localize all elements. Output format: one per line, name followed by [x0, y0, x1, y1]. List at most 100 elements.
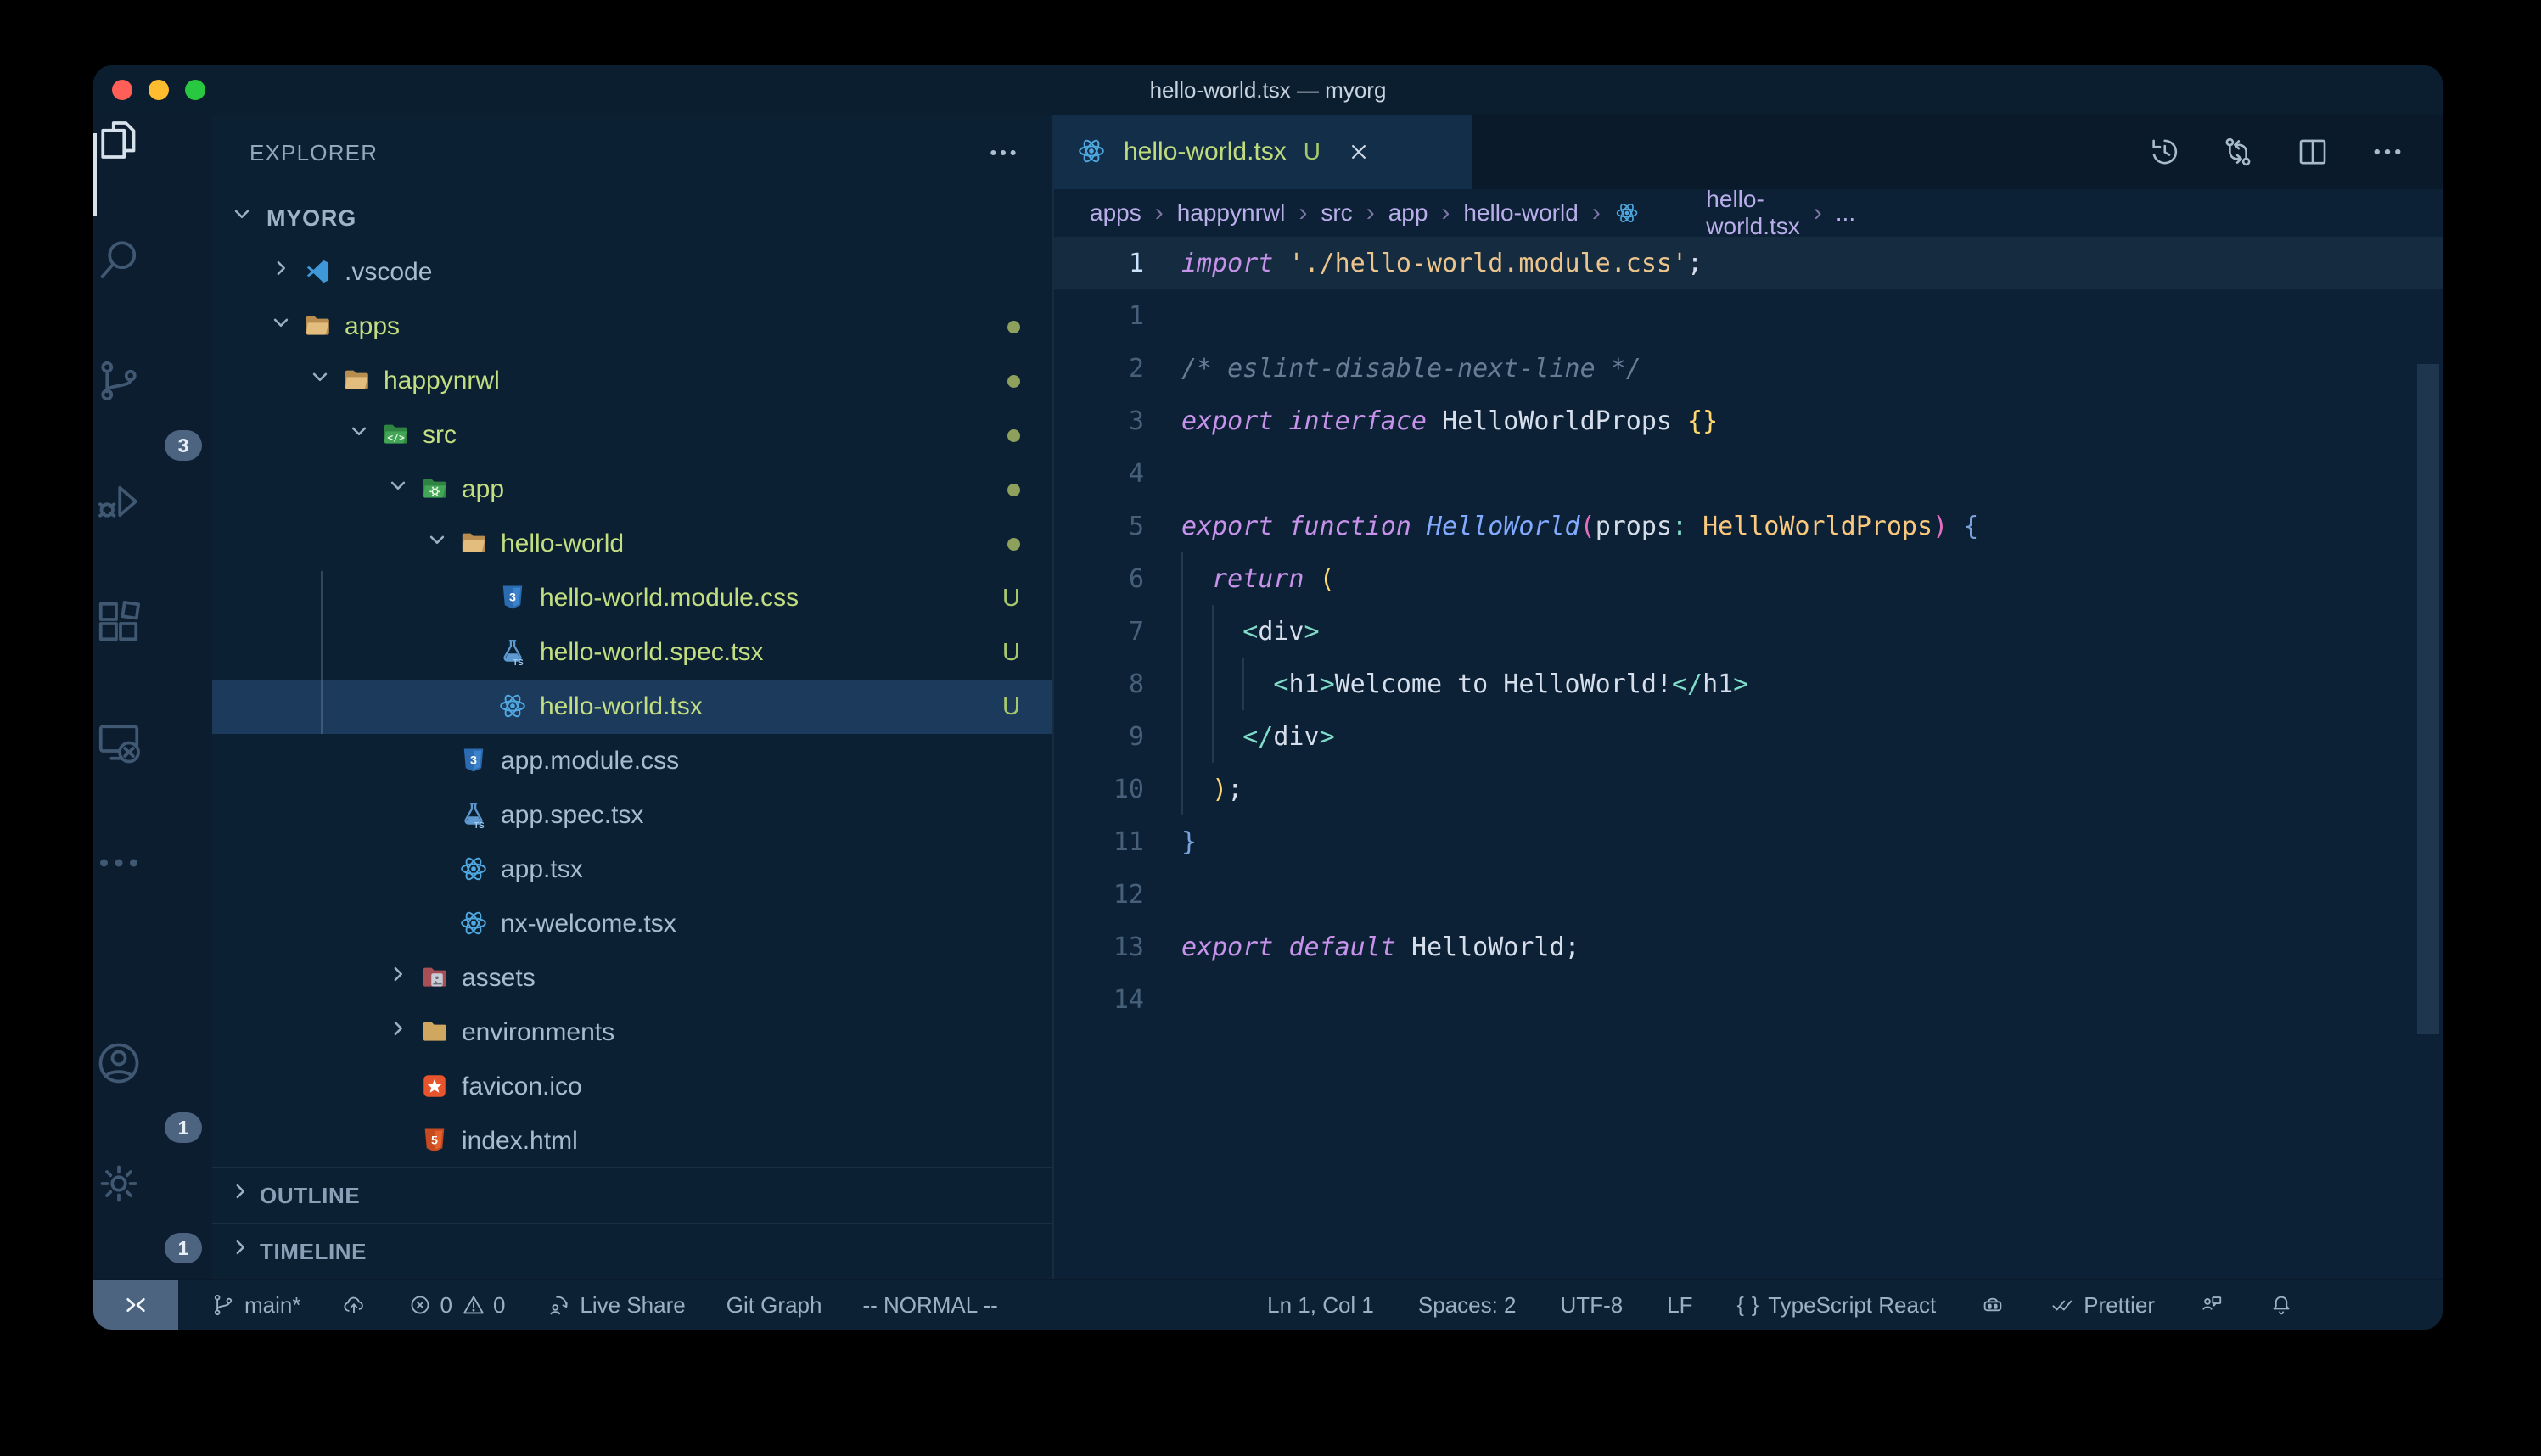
tree-item-nx-welcome-tsx[interactable]: nx-welcome.tsx: [212, 897, 1052, 951]
breadcrumb-label: src: [1321, 199, 1352, 227]
activity-item-remote-explorer[interactable]: [93, 717, 212, 837]
breadcrumb-item[interactable]: src: [1321, 199, 1352, 227]
breadcrumb-label: apps: [1090, 199, 1141, 227]
status-eol[interactable]: LF: [1667, 1292, 1692, 1319]
status-problems[interactable]: 00: [407, 1292, 505, 1319]
breadcrumb-item[interactable]: apps: [1090, 199, 1141, 227]
status-label: Live Share: [580, 1292, 685, 1319]
tree-item-label: MYORG: [266, 205, 356, 232]
tree-item-hello-world-spec-tsx[interactable]: TShello-world.spec.tsxU: [212, 625, 1052, 680]
tree-item-assets[interactable]: assets: [212, 951, 1052, 1005]
test-icon: TS: [497, 636, 536, 669]
activity-item-more-views[interactable]: [93, 837, 212, 958]
explorer-more-actions-icon[interactable]: [986, 136, 1020, 170]
code-lines: 1import './hello-world.module.css';12/* …: [1054, 237, 2443, 1026]
breadcrumb-item[interactable]: hello-world.tsx: [1614, 186, 1800, 240]
section-timeline[interactable]: TIMELINE: [212, 1223, 1052, 1279]
breadcrumb-label: hello-world.tsx: [1706, 186, 1799, 240]
status-notifications[interactable]: [2269, 1292, 2294, 1318]
breadcrumb-separator: ›: [1814, 199, 1822, 227]
line-number: 11: [1054, 827, 1181, 857]
editor-action-more-actions[interactable]: [2370, 134, 2405, 170]
tab-hello-world-tsx[interactable]: hello-world.tsxU: [1054, 115, 1472, 189]
code-line-3: 2/* eslint-disable-next-line */: [1054, 342, 2443, 395]
line-number: 14: [1054, 985, 1181, 1015]
git-modified-dot: [1007, 375, 1020, 388]
tree-item-hello-world-tsx[interactable]: hello-world.tsxU: [212, 680, 1052, 734]
breadcrumb-separator: ›: [1366, 199, 1375, 227]
status-label: LF: [1667, 1292, 1692, 1319]
status-git-branch[interactable]: main*: [210, 1292, 300, 1319]
status-copilot[interactable]: [1980, 1292, 2005, 1318]
indent-guide: [1212, 605, 1214, 763]
tree-item-app-spec-tsx[interactable]: TSapp.spec.tsx: [212, 788, 1052, 843]
tree-item-myorg[interactable]: MYORG: [212, 191, 1052, 245]
line-number: 1: [1054, 249, 1181, 278]
activity-item-source-control[interactable]: 3: [93, 356, 212, 476]
line-number: 2: [1054, 354, 1181, 384]
indent-guide: [1242, 658, 1244, 710]
traffic-light-maximize[interactable]: [185, 80, 205, 100]
tree-item-app-tsx[interactable]: app.tsx: [212, 843, 1052, 897]
line-number: 9: [1054, 722, 1181, 752]
status-remote-indicator[interactable]: [93, 1280, 178, 1330]
status-live-share[interactable]: Live Share: [546, 1292, 685, 1319]
section-outline[interactable]: OUTLINE: [212, 1167, 1052, 1223]
tree-item-hello-world-module-css[interactable]: 3hello-world.module.cssU: [212, 571, 1052, 625]
traffic-light-close[interactable]: [112, 80, 132, 100]
close-icon[interactable]: [1346, 139, 1371, 165]
tree-item-label: hello-world: [501, 529, 624, 558]
error-count: 0: [440, 1292, 452, 1319]
tree-item-label: favicon.ico: [462, 1072, 582, 1101]
editor-action-split-editor[interactable]: [2295, 134, 2331, 170]
editor-action-open-changes[interactable]: [2220, 134, 2256, 170]
tree-item-favicon-ico[interactable]: favicon.ico: [212, 1060, 1052, 1114]
indent-guide: [1181, 552, 1183, 815]
code-editor[interactable]: 1import './hello-world.module.css';12/* …: [1054, 237, 2443, 1279]
tree-item-app[interactable]: app: [212, 462, 1052, 517]
chevron-right-icon: [227, 1179, 260, 1212]
tree-item--vscode[interactable]: .vscode: [212, 245, 1052, 300]
folder-tan-icon: [458, 528, 497, 560]
folder-assets-icon: [419, 962, 458, 994]
status-formatter[interactable]: Prettier: [2050, 1292, 2155, 1319]
remote-explorer-icon: [93, 717, 212, 837]
status-vim-mode[interactable]: -- NORMAL --: [862, 1292, 997, 1319]
git-modified-dot: [1007, 538, 1020, 551]
traffic-light-minimize[interactable]: [149, 80, 169, 100]
status-git-graph[interactable]: Git Graph: [726, 1292, 822, 1319]
activity-item-settings[interactable]: 1: [93, 1158, 212, 1279]
tree-item-hello-world[interactable]: hello-world: [212, 517, 1052, 571]
activity-item-run-and-debug[interactable]: [93, 476, 212, 596]
status-cursor-position[interactable]: Ln 1, Col 1: [1267, 1292, 1374, 1319]
tree-item-label: hello-world.spec.tsx: [540, 638, 763, 667]
react-icon: [458, 854, 497, 886]
tree-item-src[interactable]: </>src: [212, 408, 1052, 462]
breadcrumb-item[interactable]: happynrwl: [1177, 199, 1286, 227]
activity-item-accounts[interactable]: 1: [93, 1038, 212, 1158]
tree-item-happynrwl[interactable]: happynrwl: [212, 354, 1052, 408]
editor-scrollbar[interactable]: [2417, 364, 2439, 1034]
breadcrumb-item[interactable]: ...: [1836, 199, 1855, 227]
status-indentation[interactable]: Spaces: 2: [1418, 1292, 1517, 1319]
breadcrumb-item[interactable]: hello-world: [1463, 199, 1578, 227]
tree-item-apps[interactable]: apps: [212, 300, 1052, 354]
activity-item-extensions[interactable]: [93, 596, 212, 717]
editor-actions: [1472, 115, 2443, 189]
react-icon: [1614, 200, 1697, 226]
tree-item-app-module-css[interactable]: 3app.module.css: [212, 734, 1052, 788]
status-encoding[interactable]: UTF-8: [1561, 1292, 1624, 1319]
line-number: 7: [1054, 617, 1181, 647]
activity-item-search[interactable]: [93, 235, 212, 356]
breadcrumb-item[interactable]: app: [1388, 199, 1428, 227]
status-label: Git Graph: [726, 1292, 822, 1319]
tree-item-environments[interactable]: environments: [212, 1005, 1052, 1060]
line-number: 8: [1054, 669, 1181, 699]
editor-action-open-timeline[interactable]: [2146, 134, 2181, 170]
status-language-mode[interactable]: { }TypeScript React: [1737, 1292, 1937, 1319]
status-feedback[interactable]: [2199, 1292, 2224, 1318]
status-sync[interactable]: [341, 1292, 367, 1318]
tree-item-label: src: [423, 421, 457, 450]
activity-item-explorer[interactable]: [93, 115, 212, 235]
tree-item-index-html[interactable]: 5index.html: [212, 1114, 1052, 1167]
